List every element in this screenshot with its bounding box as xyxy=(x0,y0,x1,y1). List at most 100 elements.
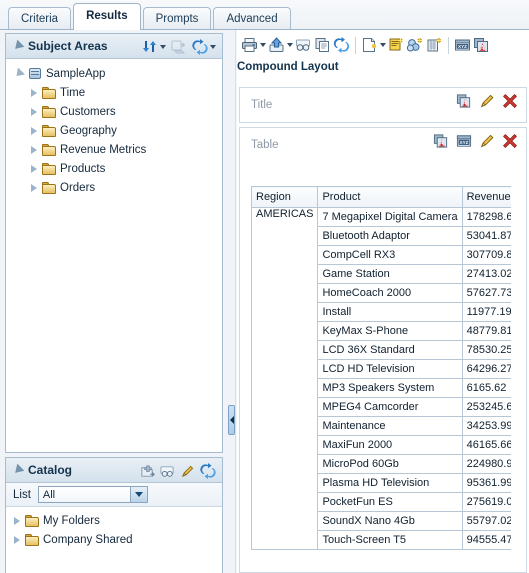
cell-product: MP3 Speakers System xyxy=(317,378,463,398)
tree-node-label: Orders xyxy=(60,181,96,194)
tree-node-time[interactable]: Time xyxy=(6,83,222,102)
folder-icon xyxy=(42,181,56,194)
collapse-triangle-icon[interactable] xyxy=(11,39,25,53)
catalog-list-label: List xyxy=(13,488,31,501)
results-table-body: AMERICAS 7 Megapixel Digital Camera 178298… xyxy=(251,207,511,550)
tree-node-products[interactable]: Products xyxy=(6,159,222,178)
edit-view-icon[interactable] xyxy=(479,93,495,109)
cube-icon xyxy=(28,67,42,80)
new-title-view-icon: A xyxy=(473,37,490,53)
expand-triangle-icon[interactable] xyxy=(14,516,20,525)
tree-node-my-folders[interactable]: My Folders xyxy=(6,511,222,530)
results-table-container: Region Product Revenue AMERICAS 7 Megapix… xyxy=(251,186,511,550)
view-properties-icon[interactable]: XYZ xyxy=(456,133,472,149)
tree-node-geography[interactable]: Geography xyxy=(6,121,222,140)
new-calculated-item-button[interactable] xyxy=(425,34,444,56)
catalog-list-select[interactable]: All xyxy=(37,486,148,503)
tab-results[interactable]: Results xyxy=(73,3,141,30)
new-title-view-button[interactable]: A xyxy=(472,34,491,56)
expand-triangle-icon[interactable] xyxy=(31,164,37,173)
refresh-icon xyxy=(333,37,350,53)
remove-view-icon[interactable] xyxy=(502,133,518,149)
subject-areas-title: Subject Areas xyxy=(28,39,108,53)
refresh-catalog-button[interactable] xyxy=(199,460,217,482)
column-header-region[interactable]: Region xyxy=(251,186,319,208)
edit-icon xyxy=(180,464,195,479)
results-table-head: Region Product Revenue xyxy=(251,186,511,208)
expand-triangle-icon[interactable] xyxy=(31,107,37,116)
tree-node-company-shared[interactable]: Company Shared xyxy=(6,530,222,549)
edit-catalog-button[interactable] xyxy=(179,460,196,482)
table-row[interactable]: AMERICAS 7 Megapixel Digital Camera 178298… xyxy=(251,207,511,550)
new-prompt-button[interactable] xyxy=(387,34,406,56)
print-caret-icon xyxy=(260,43,266,47)
add-subject-area-icon xyxy=(171,39,187,55)
refresh-icon xyxy=(192,39,208,55)
svg-text:A: A xyxy=(462,100,468,108)
toolbar-separator xyxy=(448,36,449,54)
tree-node-label: Products xyxy=(60,162,106,175)
cell-product: Game Station xyxy=(317,264,463,284)
cell-region: AMERICAS xyxy=(251,207,319,550)
tab-prompts[interactable]: Prompts xyxy=(142,7,212,29)
subject-areas-toolbar xyxy=(141,36,217,58)
expand-triangle-icon[interactable] xyxy=(31,183,37,192)
chevron-left-icon xyxy=(229,416,234,424)
results-table: Region Product Revenue AMERICAS 7 Megapix… xyxy=(251,186,511,550)
new-folder-button[interactable] xyxy=(139,460,156,482)
table-view-actions: A XYZ xyxy=(433,133,518,149)
folder-icon xyxy=(42,124,56,137)
tab-criteria[interactable]: Criteria xyxy=(8,7,72,29)
edit-view-icon[interactable] xyxy=(479,133,495,149)
tab-advanced[interactable]: Advanced xyxy=(213,7,291,29)
compound-view-title[interactable]: Title A xyxy=(239,87,527,123)
tree-node-label: My Folders xyxy=(43,514,100,527)
cell-product: Touch-Screen T5 xyxy=(317,530,463,550)
export-button[interactable] xyxy=(267,34,294,56)
tree-node-sampleapp[interactable]: SampleApp xyxy=(6,64,222,83)
pane-splitter[interactable] xyxy=(228,30,236,573)
catalog-list-row: List All xyxy=(6,483,222,507)
compound-view-table[interactable]: Table A XYZ Region Product Revenue AMERI… xyxy=(239,127,527,573)
expand-triangle-icon[interactable] xyxy=(12,67,26,80)
refresh-subject-areas-button[interactable] xyxy=(191,36,217,58)
tree-node-orders[interactable]: Orders xyxy=(6,178,222,197)
cell-revenue: 57627.73 xyxy=(461,283,511,303)
duplicate-view-icon[interactable]: A xyxy=(456,93,472,109)
expand-triangle-icon[interactable] xyxy=(14,535,20,544)
compound-layout-heading: Compound Layout xyxy=(237,61,339,73)
tree-node-customers[interactable]: Customers xyxy=(6,102,222,121)
duplicate-view-icon[interactable]: A xyxy=(433,133,449,149)
new-group-button[interactable] xyxy=(406,34,425,56)
expand-triangle-icon[interactable] xyxy=(31,126,37,135)
toolbar-separator xyxy=(355,36,356,54)
column-header-revenue[interactable]: Revenue xyxy=(461,186,511,208)
splitter-collapse-handle[interactable] xyxy=(228,405,235,435)
new-table-view-button[interactable]: XYZ xyxy=(453,34,472,56)
cell-product: LCD HD Television xyxy=(317,359,463,379)
sort-order-button[interactable] xyxy=(141,36,167,58)
column-header-product[interactable]: Product xyxy=(317,186,463,208)
chevron-down-icon[interactable] xyxy=(129,487,147,502)
catalog-toolbar xyxy=(139,460,217,482)
expand-triangle-icon[interactable] xyxy=(31,88,37,97)
collapse-triangle-icon[interactable] xyxy=(11,463,25,477)
expand-triangle-icon[interactable] xyxy=(31,145,37,154)
subject-areas-header: Subject Areas xyxy=(6,34,222,59)
remove-view-icon[interactable] xyxy=(502,93,518,109)
copy-button[interactable] xyxy=(313,34,332,56)
refresh-results-button[interactable] xyxy=(332,34,351,56)
preview-icon xyxy=(160,464,175,479)
preview-catalog-button[interactable] xyxy=(159,460,176,482)
new-view-button[interactable] xyxy=(360,34,387,56)
cell-revenue: 48779.81 xyxy=(461,321,511,341)
tree-node-revenue-metrics[interactable]: Revenue Metrics xyxy=(6,140,222,159)
preview-results-button[interactable] xyxy=(294,34,313,56)
print-button[interactable] xyxy=(240,34,267,56)
cell-revenue: 11977.19 xyxy=(461,302,511,322)
cell-revenue: 78530.25 xyxy=(461,340,511,360)
folder-icon xyxy=(25,533,39,546)
cell-product: Plasma HD Television xyxy=(317,473,463,493)
tree-node-label: Geography xyxy=(60,124,117,137)
add-subject-area-button[interactable] xyxy=(170,36,188,58)
